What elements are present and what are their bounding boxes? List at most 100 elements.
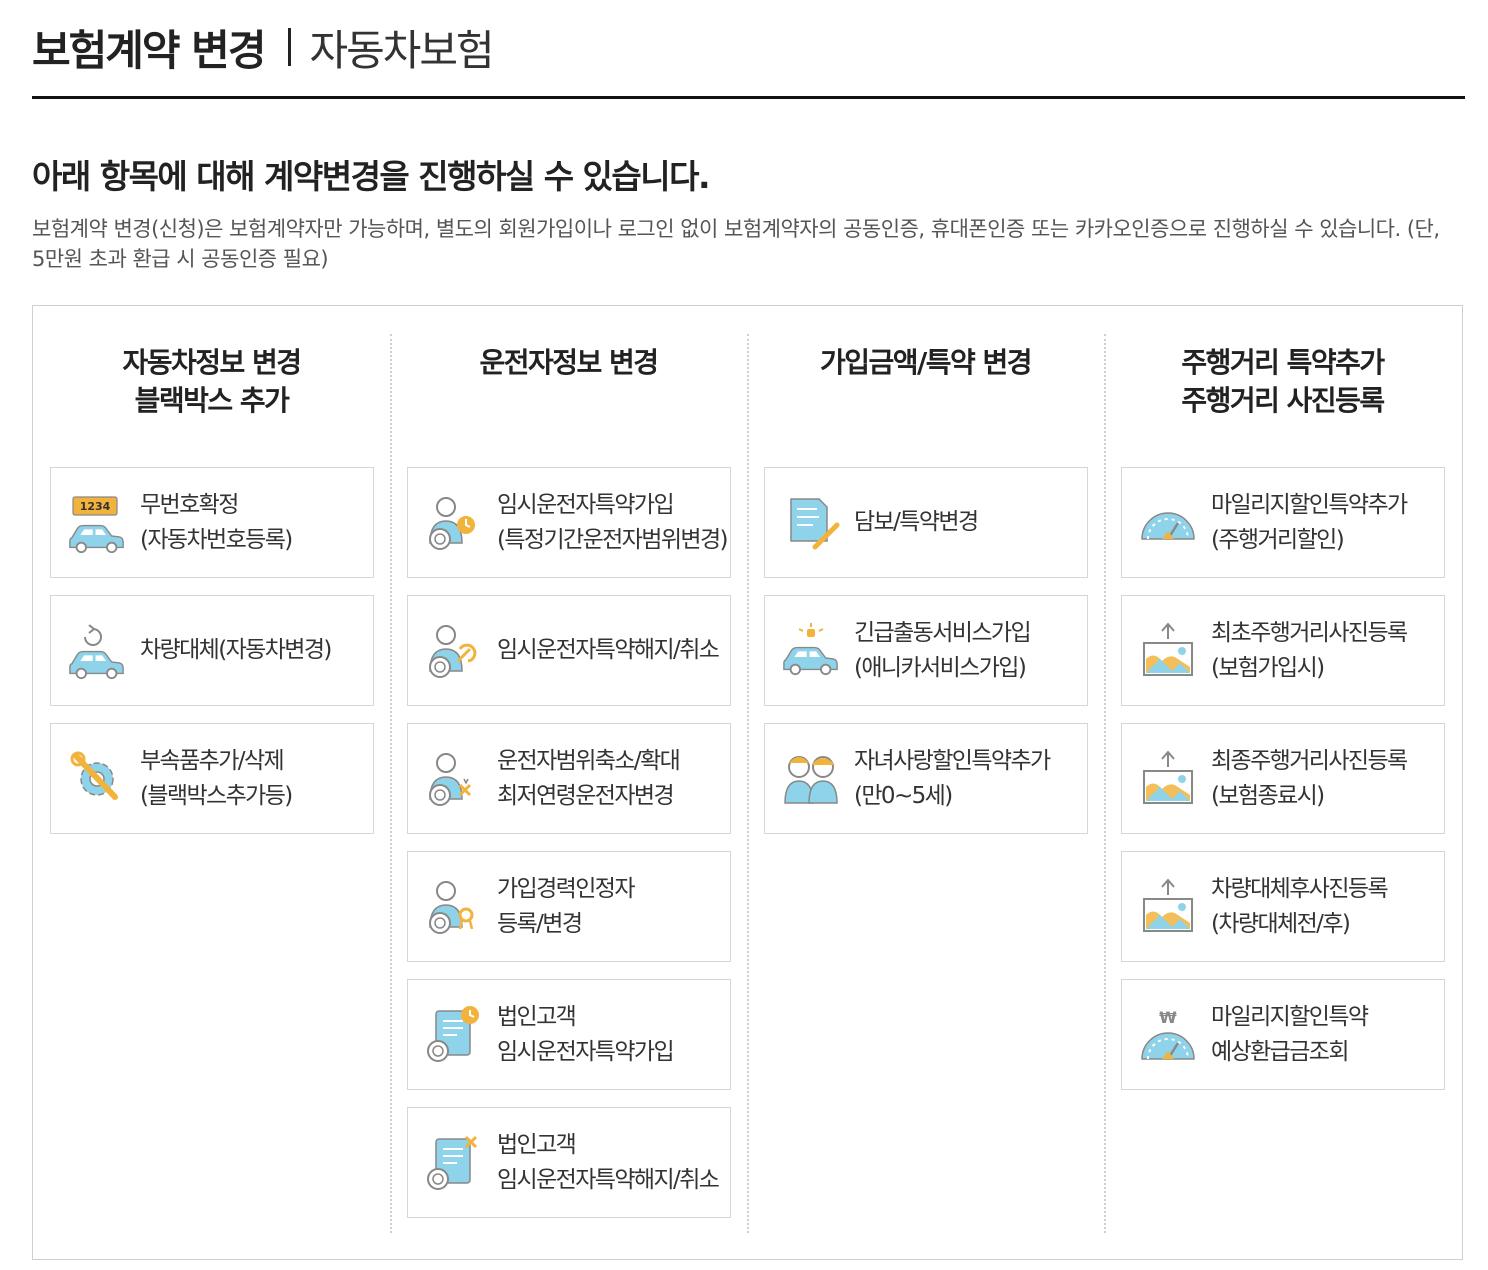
- column-title-line: 주행거리 사진등록: [1181, 384, 1385, 417]
- menu-card-label: 임시운전자특약가입 (특정기간운전자범위변경): [497, 488, 729, 558]
- page-subtitle: 자동차보험: [309, 25, 494, 75]
- page-title: 보험계약 변경: [32, 25, 266, 75]
- column-title: 가입금액/특약 변경: [747, 344, 1104, 382]
- menu-card-car-replace[interactable]: 차량대체(자동차변경): [50, 595, 374, 706]
- menu-card-line-2: (특정기간운전자범위변경): [497, 526, 729, 553]
- gear-wrench-icon: [67, 749, 127, 809]
- children-icon: [781, 749, 841, 809]
- menu-card-corporate-document-cancel[interactable]: 법인고객임시운전자특약해지/취소: [407, 1107, 731, 1218]
- photo-upload-icon: [1138, 749, 1198, 809]
- menu-card-gear-wrench[interactable]: 부속품추가/삭제 (블랙박스추가등): [50, 723, 374, 834]
- menu-card-line-1: 긴급출동서비스가입: [854, 619, 1032, 646]
- menu-card-line-2: 임시운전자특약가입: [497, 1038, 675, 1065]
- column-title-line: 가입금액/특약 변경: [819, 346, 1033, 379]
- menu-card-label: 법인고객임시운전자특약해지/취소: [497, 1128, 720, 1198]
- license-plate-car-icon: 1234: [67, 493, 127, 553]
- header-divider: [32, 96, 1465, 99]
- corporate-document-cancel-icon: [424, 1133, 484, 1193]
- menu-card-label: 차량대체후사진등록 (차량대체전/후): [1211, 872, 1389, 942]
- column-title: 자동차정보 변경 블랙박스 추가: [33, 344, 390, 420]
- menu-card-document-edit[interactable]: 담보/특약변경: [764, 467, 1088, 578]
- menu-card-label: 운전자범위축소/확대최저연령운전자변경: [497, 744, 681, 814]
- menu-card-label: 최초주행거리사진등록 (보험가입시): [1211, 616, 1408, 686]
- menu-card-label: 가입경력인정자등록/변경: [497, 872, 636, 942]
- menu-card-line-1: 마일리지할인특약: [1211, 1003, 1369, 1030]
- menu-card-line-1: 최종주행거리사진등록: [1211, 747, 1408, 774]
- menu-card-line-2: (만0~5세): [854, 782, 953, 809]
- menu-card-line-2: (보험가입시): [1211, 654, 1325, 681]
- column-vehicle-info: 자동차정보 변경 블랙박스 추가 1234 무번호확정 (자동차번호등록) 차량대체…: [33, 306, 390, 1259]
- menu-card-speedometer[interactable]: 마일리지할인특약추가 (주행거리할인): [1121, 467, 1445, 578]
- document-edit-icon: [781, 493, 841, 553]
- menu-card-license-plate-car[interactable]: 1234 무번호확정 (자동차번호등록): [50, 467, 374, 578]
- photo-upload-icon: [1138, 877, 1198, 937]
- emergency-car-icon: [781, 621, 841, 681]
- menu-card-children[interactable]: 자녀사랑할인특약추가 (만0~5세): [764, 723, 1088, 834]
- svg-text:₩: ₩: [1159, 1008, 1177, 1027]
- menu-card-line-2: (애니카서비스가입): [854, 654, 1027, 681]
- menu-card-photo-upload[interactable]: 차량대체후사진등록 (차량대체전/후): [1121, 851, 1445, 962]
- column-title-line: 자동차정보 변경: [122, 346, 302, 379]
- menu-card-line-2: (블랙박스추가등): [140, 782, 293, 809]
- menu-card-refund-speedometer[interactable]: ₩ 마일리지할인특약예상환급금조회: [1121, 979, 1445, 1090]
- page-header: 보험계약 변경 자동차보험: [32, 14, 495, 80]
- menu-card-label: 마일리지할인특약예상환급금조회: [1211, 1000, 1369, 1070]
- menu-card-line-1: 최초주행거리사진등록: [1211, 619, 1408, 646]
- title-separator: [288, 28, 292, 66]
- driver-clock-icon: [424, 493, 484, 553]
- column-title: 주행거리 특약추가주행거리 사진등록: [1104, 344, 1461, 420]
- menu-card-label: 임시운전자특약해지/취소: [497, 633, 720, 668]
- menu-card-label: 담보/특약변경: [854, 505, 979, 540]
- menu-card-label: 긴급출동서비스가입 (애니카서비스가입): [854, 616, 1032, 686]
- menu-card-line-2: 최저연령운전자변경: [497, 782, 675, 809]
- menu-card-line-1: 담보/특약변경: [854, 509, 979, 535]
- menu-card-line-1: 운전자범위축소/확대: [497, 747, 681, 774]
- menu-card-driver-career[interactable]: 가입경력인정자등록/변경: [407, 851, 731, 962]
- menu-card-label: 자녀사랑할인특약추가 (만0~5세): [854, 744, 1051, 814]
- intro-title: 아래 항목에 대해 계약변경을 진행하실 수 있습니다.: [32, 157, 711, 196]
- menu-card-photo-upload[interactable]: 최종주행거리사진등록 (보험종료시): [1121, 723, 1445, 834]
- column-title-line: 주행거리 특약추가: [1181, 346, 1385, 379]
- menu-card-label: 무번호확정 (자동차번호등록): [140, 488, 293, 558]
- menu-card-line-1: 가입경력인정자: [497, 875, 636, 902]
- menu-card-line-2: 임시운전자특약해지/취소: [497, 1166, 720, 1193]
- menu-card-driver-range[interactable]: 운전자범위축소/확대최저연령운전자변경: [407, 723, 731, 834]
- car-replace-icon: [67, 621, 127, 681]
- menu-card-line-2: 등록/변경: [497, 910, 583, 937]
- menu-card-label: 최종주행거리사진등록 (보험종료시): [1211, 744, 1408, 814]
- menu-card-line-1: 무번호확정: [140, 491, 239, 518]
- svg-text:1234: 1234: [80, 500, 111, 513]
- menu-card-line-1: 차량대체후사진등록: [1211, 875, 1389, 902]
- column-title: 운전자정보 변경: [390, 344, 747, 382]
- driver-career-icon: [424, 877, 484, 937]
- menu-card-line-1: 법인고객: [497, 1003, 577, 1030]
- corporate-document-clock-icon: [424, 1005, 484, 1065]
- menu-card-corporate-document-clock[interactable]: 법인고객임시운전자특약가입: [407, 979, 731, 1090]
- menu-card-line-1: 임시운전자특약가입: [497, 491, 675, 518]
- menu-card-line-1: 법인고객: [497, 1131, 577, 1158]
- menu-card-label: 부속품추가/삭제 (블랙박스추가등): [140, 744, 293, 814]
- menu-card-emergency-car[interactable]: 긴급출동서비스가입 (애니카서비스가입): [764, 595, 1088, 706]
- column-driver-info: 운전자정보 변경 임시운전자특약가입 (특정기간운전자범위변경) 임시운전자특약해…: [390, 306, 747, 1259]
- intro-description: 보험계약 변경(신청)은 보험계약자만 가능하며, 별도의 회원가입이나 로그인…: [32, 217, 1440, 271]
- driver-range-icon: [424, 749, 484, 809]
- menu-card-label: 법인고객임시운전자특약가입: [497, 1000, 675, 1070]
- driver-cancel-icon: [424, 621, 484, 681]
- menu-card-label: 차량대체(자동차변경): [140, 633, 332, 668]
- menu-card-line-1: 마일리지할인특약추가: [1211, 491, 1408, 518]
- menu-card-driver-clock[interactable]: 임시운전자특약가입 (특정기간운전자범위변경): [407, 467, 731, 578]
- change-menu-panel: 자동차정보 변경 블랙박스 추가 1234 무번호확정 (자동차번호등록) 차량대체…: [32, 305, 1463, 1260]
- menu-card-line-2: (보험종료시): [1211, 782, 1325, 809]
- menu-card-photo-upload[interactable]: 최초주행거리사진등록 (보험가입시): [1121, 595, 1445, 706]
- speedometer-icon: [1138, 493, 1198, 553]
- refund-speedometer-icon: ₩: [1138, 1005, 1198, 1065]
- menu-card-line-2: (자동차번호등록): [140, 526, 293, 553]
- menu-card-label: 마일리지할인특약추가 (주행거리할인): [1211, 488, 1408, 558]
- menu-card-line-1: 자녀사랑할인특약추가: [854, 747, 1051, 774]
- menu-card-line-1: 임시운전자특약해지/취소: [497, 637, 720, 663]
- menu-card-line-2: (차량대체전/후): [1211, 910, 1351, 937]
- menu-card-line-2: 예상환급금조회: [1211, 1038, 1350, 1065]
- menu-card-driver-cancel[interactable]: 임시운전자특약해지/취소: [407, 595, 731, 706]
- column-title-line: 운전자정보 변경: [479, 346, 659, 379]
- photo-upload-icon: [1138, 621, 1198, 681]
